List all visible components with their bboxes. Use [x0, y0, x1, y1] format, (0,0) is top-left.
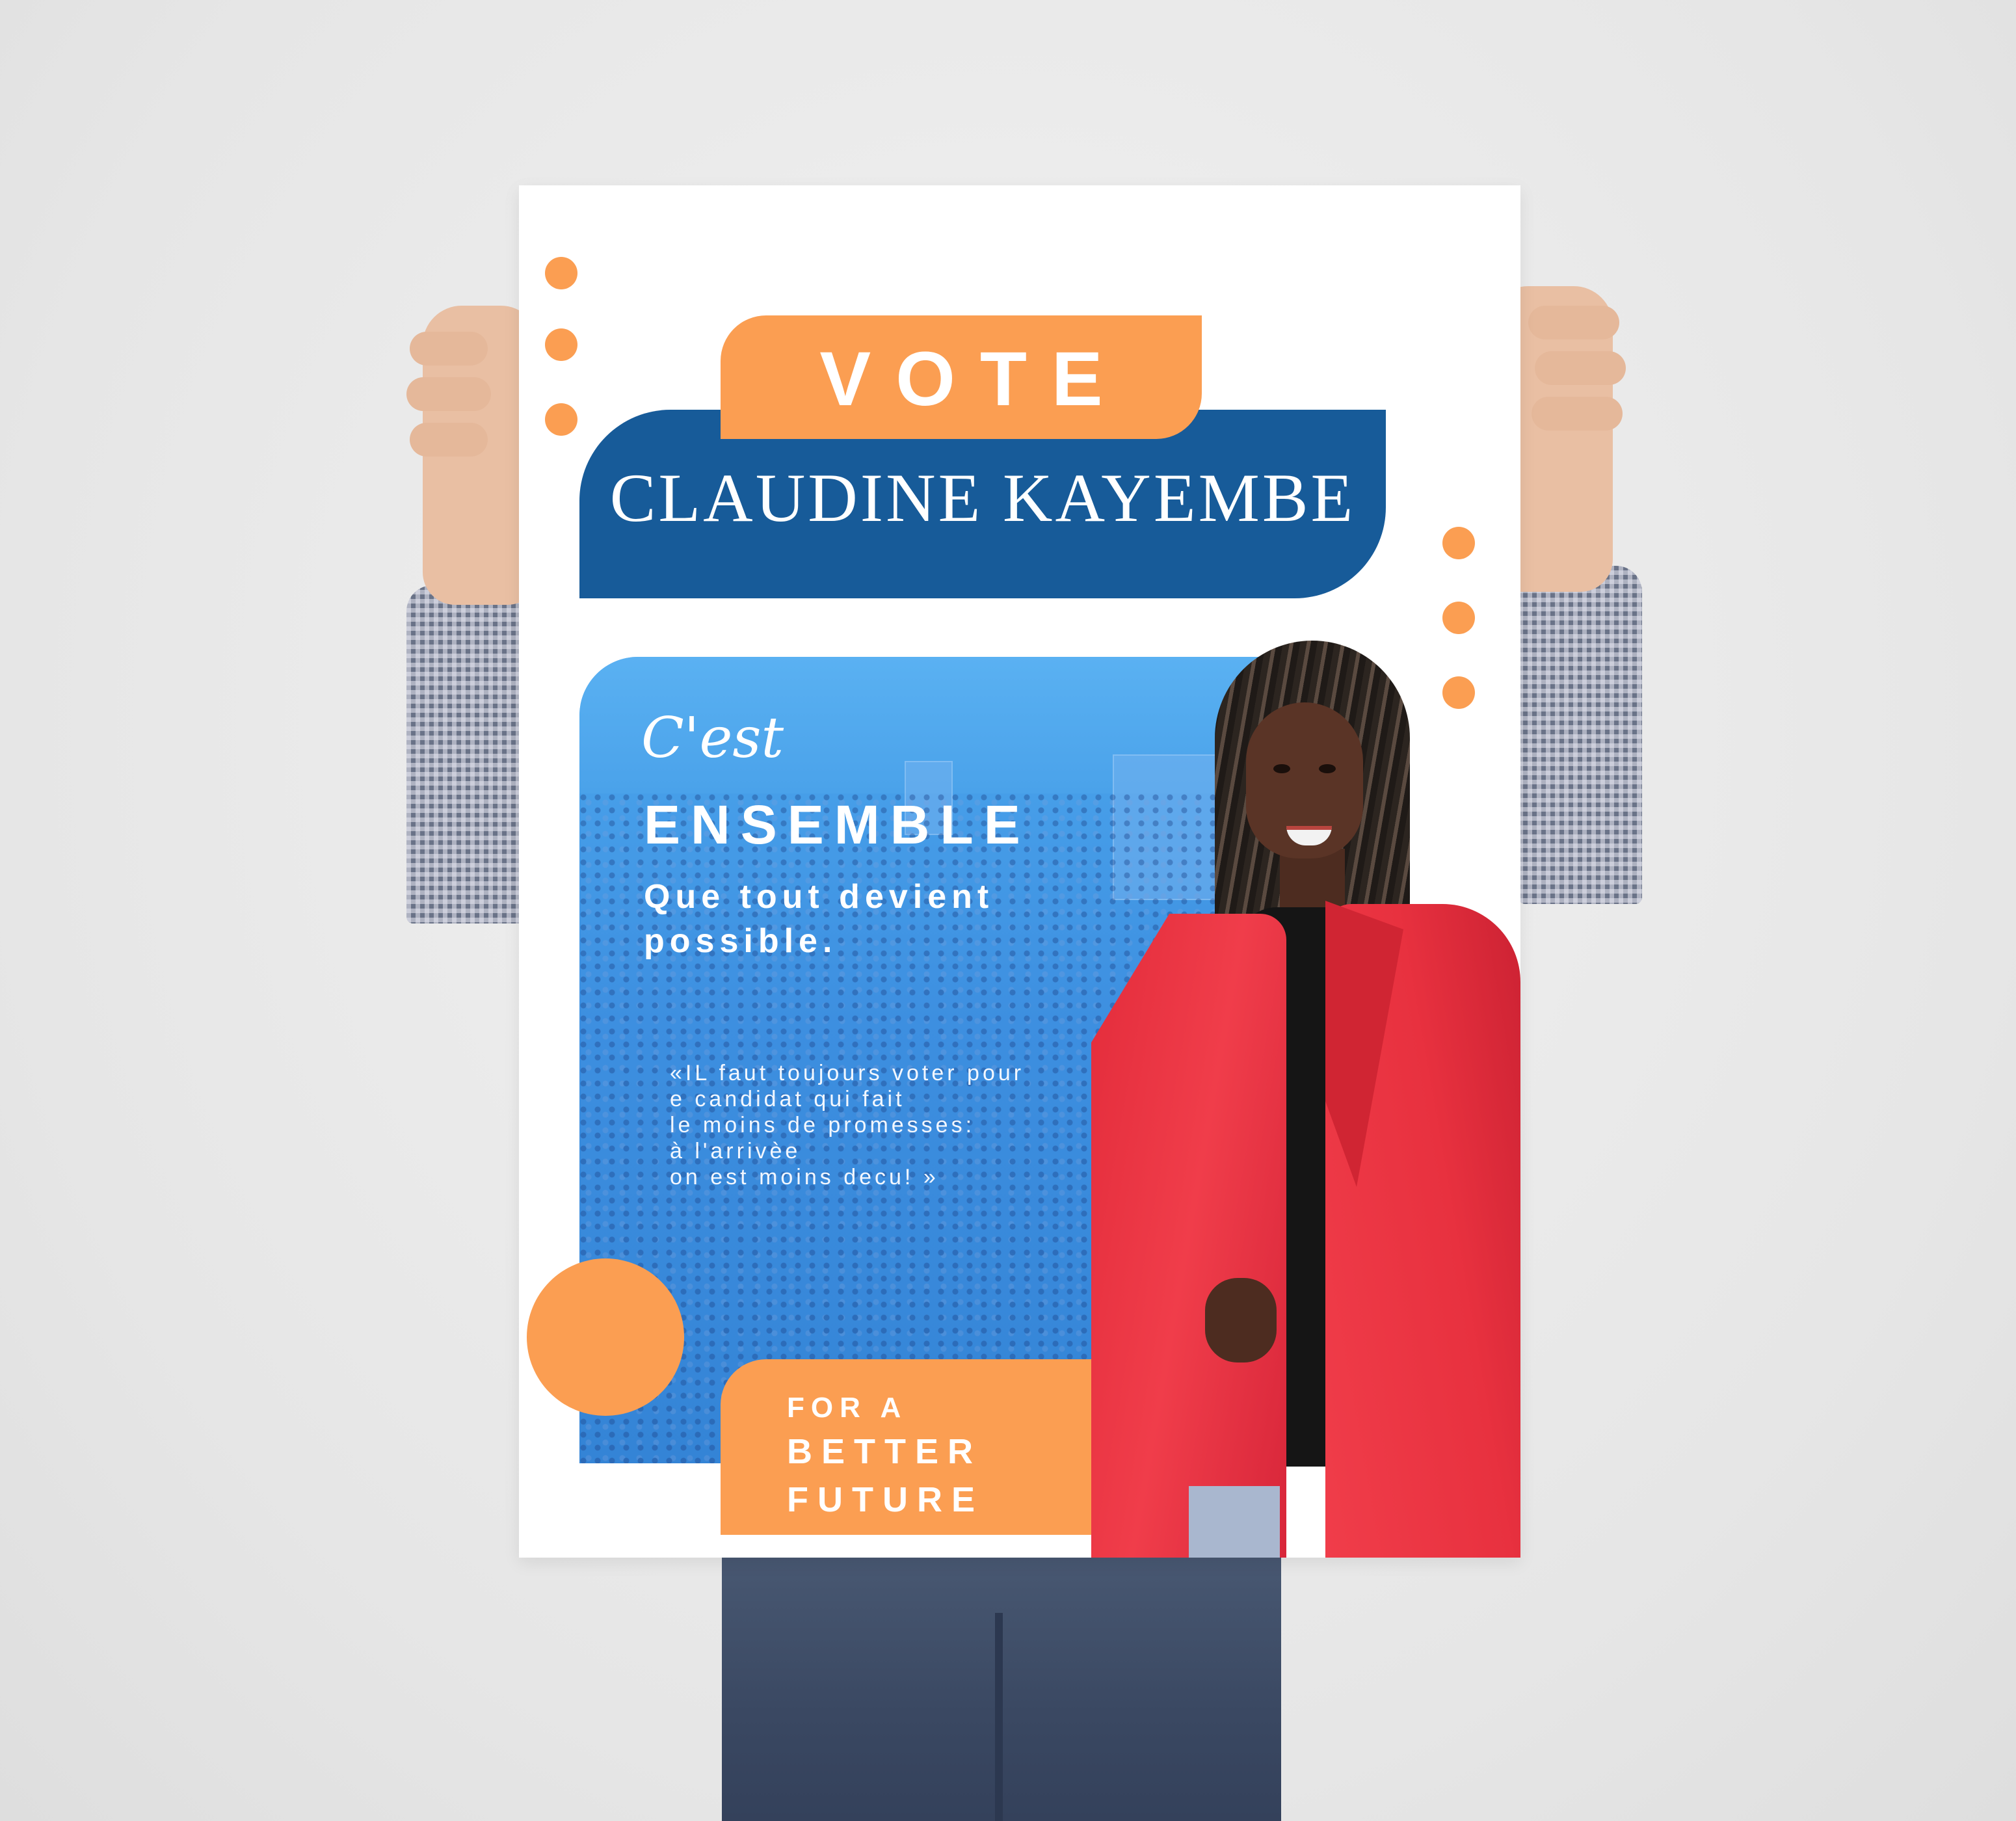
red-jacket-left	[1091, 914, 1286, 1558]
ensemble-heading: ENSEMBLE	[644, 794, 1031, 855]
better-future-text: BETTER FUTURE	[787, 1432, 984, 1519]
candidate-portrait	[1091, 641, 1520, 1558]
orange-dot	[545, 257, 577, 289]
slogan-text: Que tout devient possible.	[644, 878, 994, 960]
poster-scene: VOTE CLAUDINE KAYEMBE C'est ENSEMBLE Que…	[0, 0, 2016, 1821]
for-a-text: FOR A	[787, 1392, 908, 1424]
left-sleeve	[406, 585, 530, 924]
right-sleeve	[1519, 566, 1642, 904]
campaign-poster: VOTE CLAUDINE KAYEMBE C'est ENSEMBLE Que…	[519, 185, 1520, 1558]
orange-circle	[527, 1258, 684, 1416]
vote-heading: VOTE	[819, 336, 1128, 422]
eye	[1319, 764, 1336, 773]
person-jeans	[722, 1535, 1281, 1821]
orange-dot	[545, 403, 577, 436]
cest-text: C'est	[641, 706, 784, 771]
orange-dot	[1442, 527, 1475, 559]
candidate-hand	[1205, 1278, 1277, 1362]
quote-text: «IL faut toujours voter pour e candidat …	[670, 1061, 1025, 1190]
orange-dot	[1442, 602, 1475, 634]
candidate-name: CLAUDINE KAYEMBE	[609, 460, 1356, 536]
eye	[1273, 764, 1290, 773]
orange-dot	[545, 328, 577, 361]
candidate-jeans	[1189, 1486, 1280, 1558]
